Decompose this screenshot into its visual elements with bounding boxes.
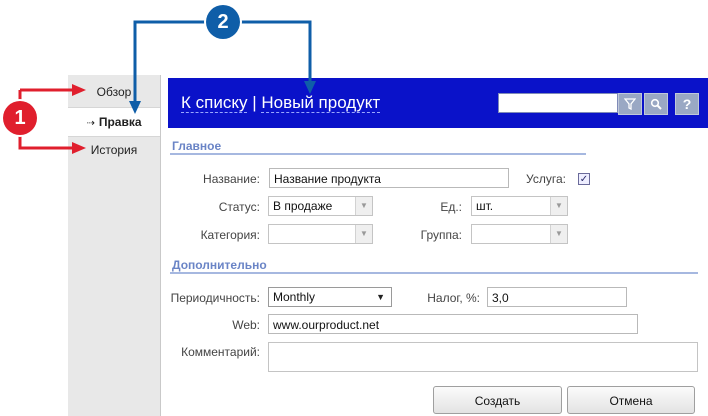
search-button[interactable] — [644, 93, 668, 115]
nav-item-history[interactable]: История — [68, 136, 160, 164]
left-nav: Обзор ⇢ Правка История — [68, 75, 161, 416]
category-label: Категория: — [200, 228, 260, 242]
cancel-button[interactable]: Отмена — [567, 386, 695, 414]
create-button[interactable]: Создать — [433, 386, 562, 414]
category-select[interactable]: ▼ — [268, 224, 373, 244]
section-title-extra: Дополнительно — [172, 258, 267, 272]
comment-label: Комментарий: — [181, 345, 260, 359]
back-to-list-link[interactable]: К списку — [181, 93, 248, 113]
page-title: К списку | Новый продукт — [181, 93, 381, 113]
status-value: В продаже — [273, 199, 333, 213]
caret-down-icon: ▼ — [376, 292, 385, 302]
group-label: Группа: — [420, 228, 462, 242]
status-select[interactable]: В продаже ▼ — [268, 196, 373, 216]
tax-label: Налог, %: — [427, 291, 480, 305]
service-label: Услуга: — [526, 172, 566, 186]
chevron-down-icon[interactable]: ▼ — [550, 225, 567, 243]
callout-line — [240, 20, 312, 83]
name-input[interactable]: Название продукта — [269, 168, 509, 188]
search-input[interactable] — [498, 93, 618, 113]
name-label: Название: — [203, 172, 260, 186]
callout-badge-1: 1 — [3, 101, 37, 135]
status-label: Статус: — [218, 200, 260, 214]
section-title-main: Главное — [172, 139, 222, 153]
title-separator: | — [247, 93, 262, 112]
tax-input[interactable]: 3,0 — [487, 287, 627, 307]
chevron-down-icon[interactable]: ▼ — [550, 197, 567, 215]
group-select[interactable]: ▼ — [471, 224, 568, 244]
section-divider — [170, 153, 586, 155]
nav-item-label: Обзор — [96, 85, 132, 99]
unit-label: Ед.: — [440, 200, 462, 214]
period-select[interactable]: Monthly ▼ — [268, 287, 392, 307]
chevron-down-icon[interactable]: ▼ — [355, 225, 372, 243]
service-checkbox[interactable]: ✓ — [578, 173, 590, 185]
filter-icon — [623, 98, 637, 111]
product-title[interactable]: Новый продукт — [261, 93, 381, 113]
dotted-arrow-icon: ⇢ — [86, 118, 95, 129]
help-button[interactable]: ? — [675, 93, 699, 115]
nav-item-label: Правка — [98, 115, 142, 129]
callout-badge-2: 2 — [206, 5, 240, 39]
unit-value: шт. — [476, 199, 494, 213]
web-label: Web: — [232, 318, 260, 332]
search-icon — [650, 98, 662, 110]
chevron-down-icon[interactable]: ▼ — [355, 197, 372, 215]
nav-item-overview[interactable]: Обзор — [68, 78, 160, 106]
period-value: Monthly — [273, 290, 316, 304]
header-bar: К списку | Новый продукт ? — [168, 78, 708, 128]
nav-item-edit[interactable]: ⇢ Правка — [68, 107, 160, 137]
unit-select[interactable]: шт. ▼ — [471, 196, 568, 216]
section-divider — [170, 272, 698, 274]
comment-textarea[interactable] — [268, 342, 698, 372]
period-label: Периодичность: — [170, 291, 260, 305]
web-input[interactable]: www.ourproduct.net — [268, 314, 638, 334]
filter-button[interactable] — [618, 93, 642, 115]
nav-item-label: История — [90, 143, 138, 157]
